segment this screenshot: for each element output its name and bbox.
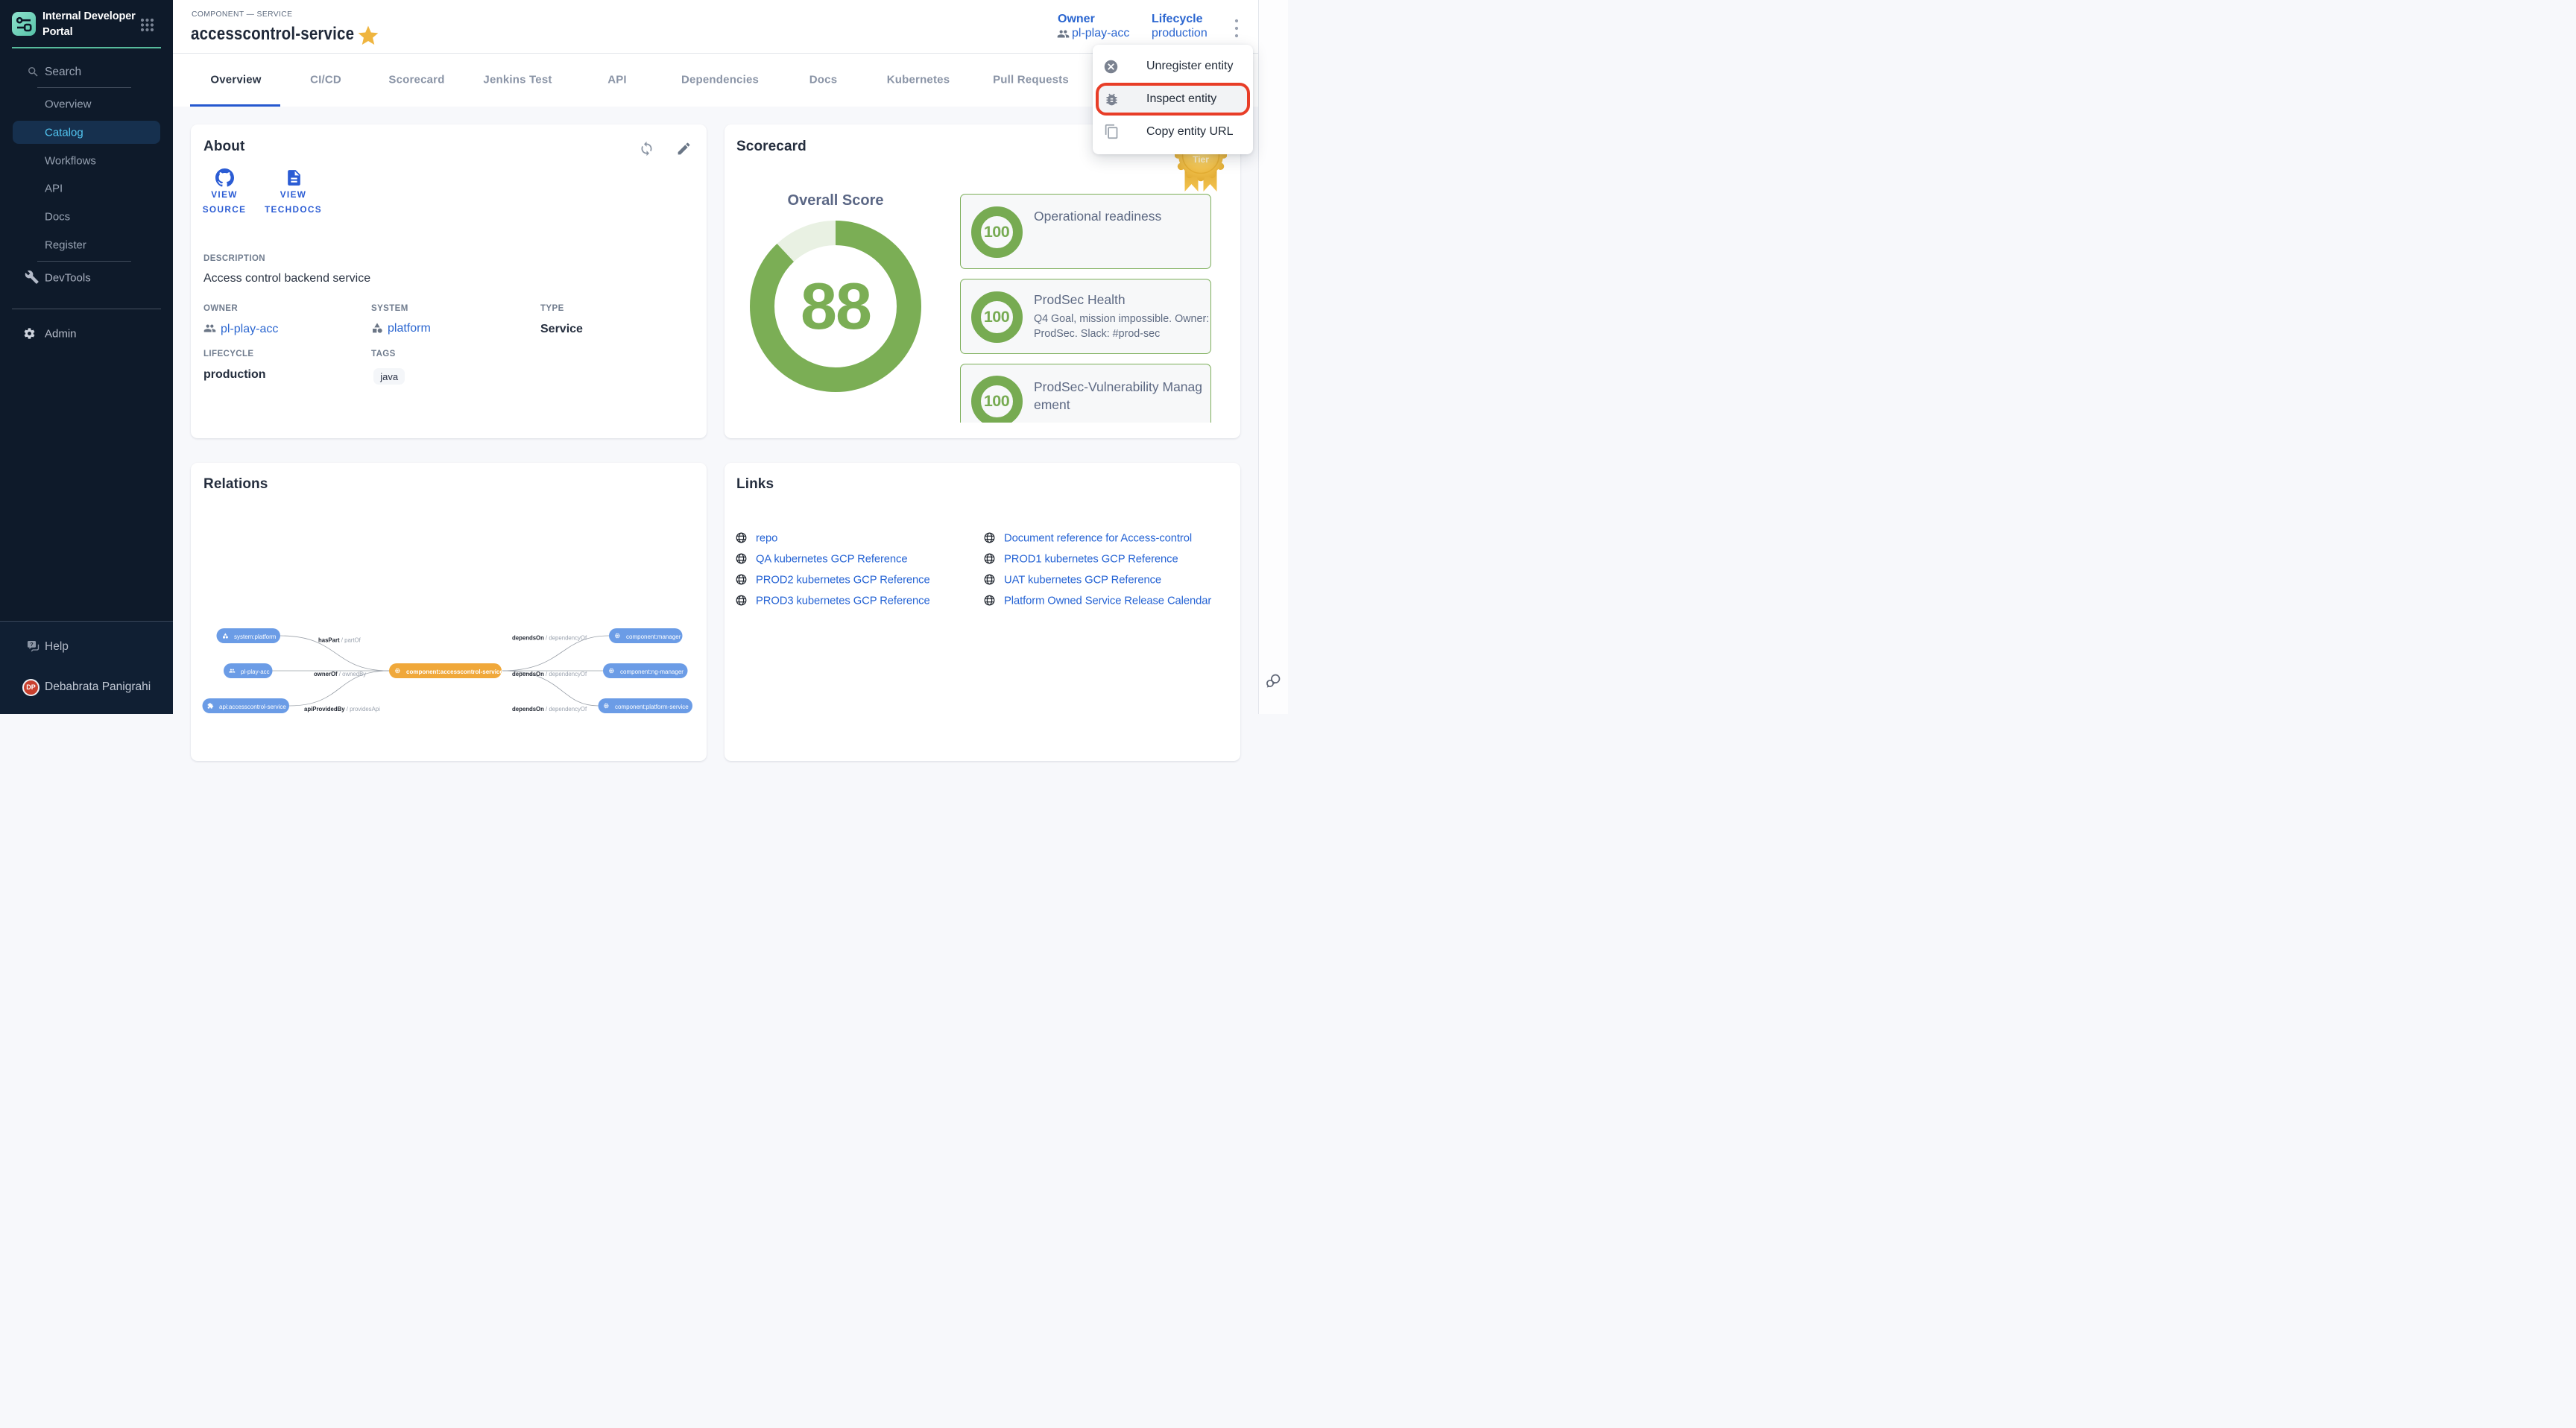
svg-text:component:platform-service: component:platform-service (615, 704, 689, 710)
svg-text:component:ng-manager: component:ng-manager (620, 669, 684, 675)
svg-text:dependsOn / dependencyOf: dependsOn / dependencyOf (512, 635, 587, 642)
svg-text:dependsOn / dependencyOf: dependsOn / dependencyOf (512, 706, 587, 713)
svg-text:api:accesscontrol-service: api:accesscontrol-service (219, 704, 286, 710)
svg-text:system:platform: system:platform (234, 634, 277, 640)
svg-text:component:manager: component:manager (626, 634, 681, 640)
svg-text:ownerOf / ownedBy: ownerOf / ownedBy (314, 671, 366, 677)
svg-text:?: ? (30, 641, 34, 648)
svg-text:pl-play-acc: pl-play-acc (241, 669, 270, 675)
svg-text:dependsOn / dependencyOf: dependsOn / dependencyOf (512, 671, 587, 677)
svg-text:hasPart / partOf: hasPart / partOf (318, 637, 362, 644)
svg-text:component:accesscontrol-servic: component:accesscontrol-service (406, 669, 503, 675)
svg-text:apiProvidedBy / providesApi: apiProvidedBy / providesApi (304, 706, 380, 713)
